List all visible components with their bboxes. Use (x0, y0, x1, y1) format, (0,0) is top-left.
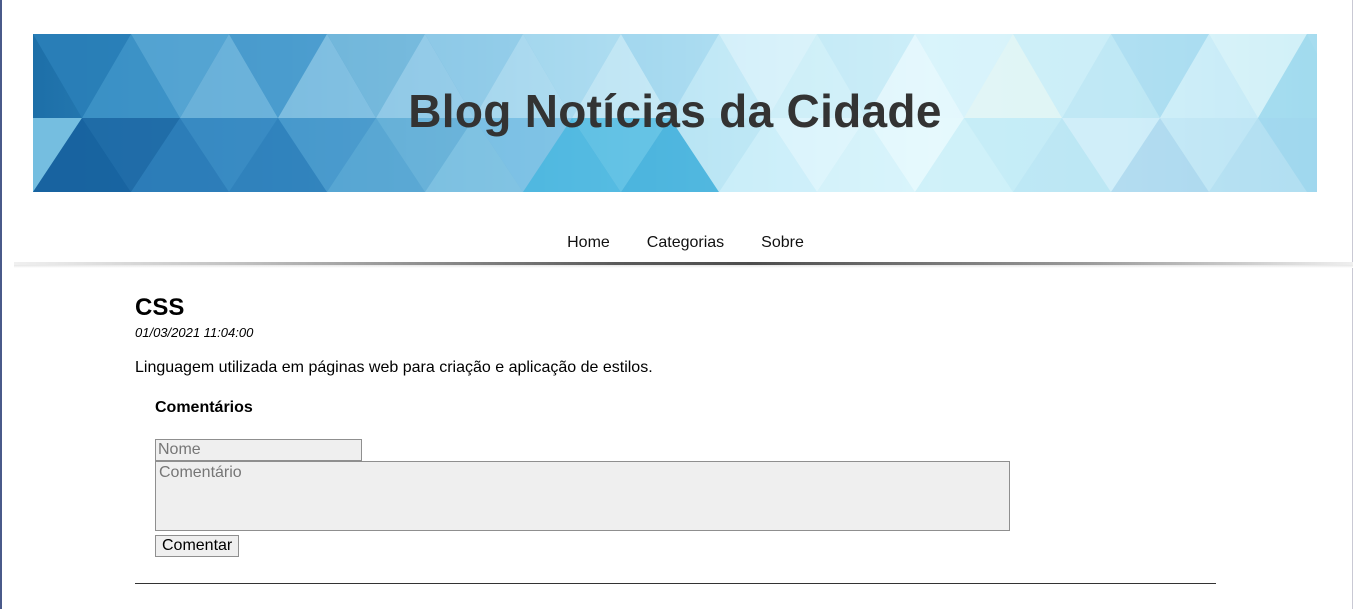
nav-item-categorias[interactable]: Categorias (647, 234, 724, 252)
post-date: 01/03/2021 11:04:00 (135, 325, 254, 340)
comments-heading: Comentários (155, 399, 253, 416)
comment-submit-button[interactable]: Comentar (155, 535, 240, 557)
page: Blog Notícias da Cidade Home Categorias … (0, 0, 1353, 609)
nav-item-sobre[interactable]: Sobre (761, 234, 804, 252)
post-divider (135, 583, 1216, 584)
window-edge-left (0, 0, 2, 609)
name-input[interactable] (155, 439, 362, 461)
comment-textarea[interactable] (155, 461, 1010, 531)
nav-underline-shadow (14, 265, 1353, 268)
main-nav: Home Categorias Sobre (0, 226, 1353, 262)
header-banner: Blog Notícias da Cidade (33, 34, 1317, 192)
post-body: Linguagem utilizada em páginas web para … (135, 359, 653, 376)
site-title: Blog Notícias da Cidade (408, 85, 942, 137)
nav-item-home[interactable]: Home (567, 234, 610, 252)
post-title: CSS (135, 294, 185, 321)
comments-section: Comentários Comentar (155, 397, 1216, 557)
post: CSS 01/03/2021 11:04:00 Linguagem utiliz… (135, 294, 1216, 557)
nav-list: Home Categorias Sobre (567, 234, 804, 252)
